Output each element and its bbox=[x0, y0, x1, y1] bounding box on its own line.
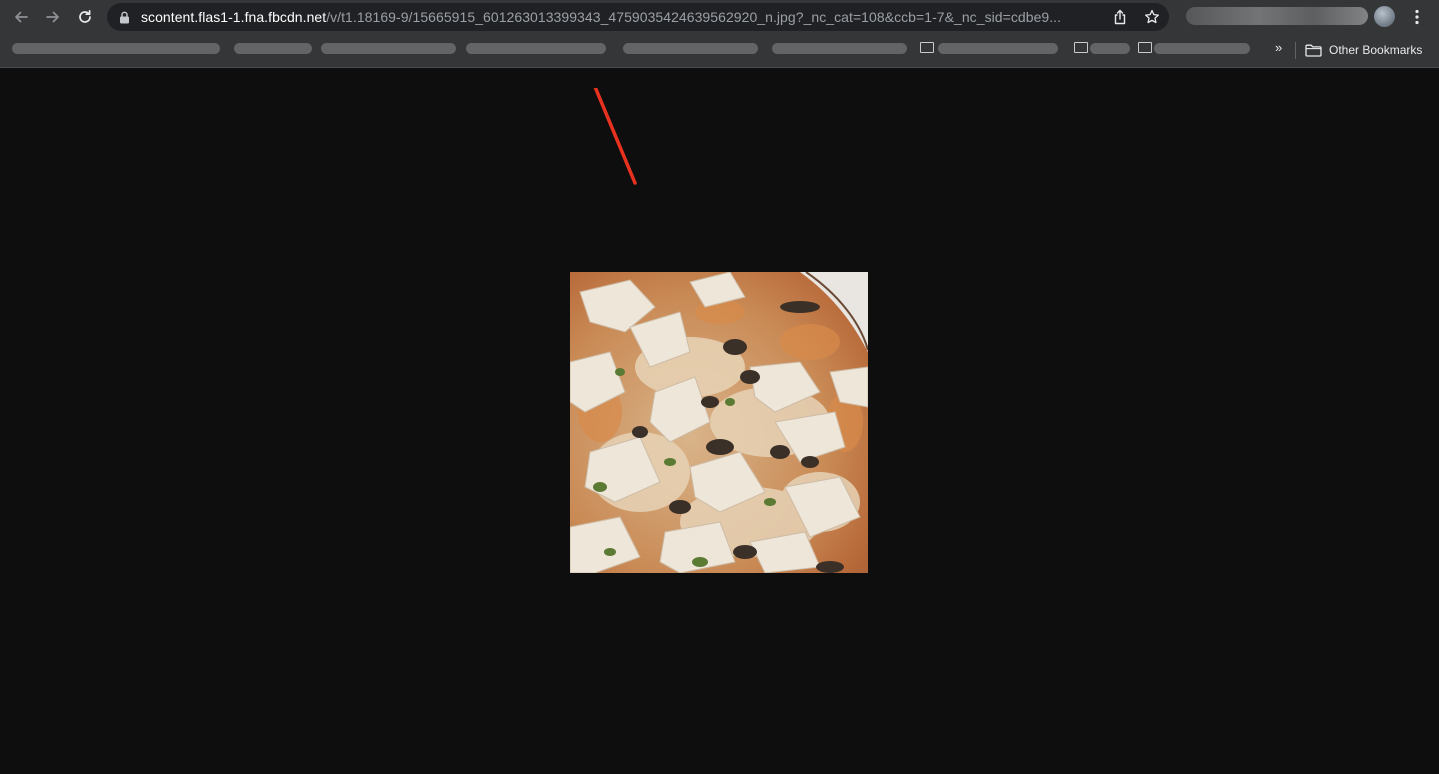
bookmark-star-button[interactable] bbox=[1143, 8, 1161, 26]
folder-icon bbox=[920, 42, 934, 53]
redacted-bookmark[interactable] bbox=[12, 43, 220, 54]
url-host: scontent.flas1-1.fna.fbcdn.net bbox=[141, 9, 327, 25]
browser-window: scontent.flas1-1.fna.fbcdn.net/v/t1.1816… bbox=[0, 0, 1439, 774]
profile-avatar[interactable] bbox=[1374, 6, 1395, 27]
redacted-bookmark[interactable] bbox=[623, 43, 758, 54]
redacted-bookmark[interactable] bbox=[466, 43, 606, 54]
other-bookmarks-label: Other Bookmarks bbox=[1329, 43, 1423, 57]
annotation-arrow-icon bbox=[593, 88, 637, 185]
page-viewport bbox=[0, 68, 1439, 774]
redacted-bookmark[interactable] bbox=[234, 43, 312, 54]
redacted-extensions bbox=[1186, 7, 1368, 25]
reload-icon bbox=[79, 9, 91, 23]
arrow-left-icon bbox=[15, 11, 28, 23]
redacted-bookmark[interactable] bbox=[1090, 43, 1130, 54]
redacted-bookmark[interactable] bbox=[1154, 43, 1250, 54]
arrow-right-icon bbox=[46, 11, 59, 23]
star-icon bbox=[1145, 9, 1159, 24]
reload-button[interactable] bbox=[73, 5, 97, 29]
share-icon bbox=[1114, 9, 1126, 25]
folder-icon bbox=[1074, 42, 1088, 53]
address-bar[interactable]: scontent.flas1-1.fna.fbcdn.net/v/t1.1816… bbox=[107, 3, 1169, 31]
bookmarks-separator bbox=[1295, 42, 1296, 59]
bookmarks-bar: » Other Bookmarks bbox=[0, 34, 1439, 68]
url-text[interactable]: scontent.flas1-1.fna.fbcdn.net/v/t1.1816… bbox=[141, 9, 1061, 25]
url-path: /v/t1.18169-9/15665915_601263013399343_4… bbox=[326, 9, 1062, 25]
redacted-bookmark[interactable] bbox=[772, 43, 907, 54]
bookmarks-overflow-button[interactable]: » bbox=[1275, 40, 1282, 55]
folder-icon bbox=[1138, 42, 1152, 53]
lock-icon[interactable] bbox=[119, 11, 130, 24]
kebab-menu-icon bbox=[1415, 9, 1419, 25]
back-button[interactable] bbox=[9, 5, 33, 29]
redacted-bookmark[interactable] bbox=[321, 43, 456, 54]
browser-menu-button[interactable] bbox=[1407, 6, 1427, 28]
share-button[interactable] bbox=[1111, 8, 1129, 26]
browser-toolbar: scontent.flas1-1.fna.fbcdn.net/v/t1.1816… bbox=[0, 0, 1439, 34]
other-bookmarks-button[interactable]: Other Bookmarks bbox=[1305, 40, 1422, 60]
folder-icon bbox=[1305, 44, 1322, 57]
pizza-image bbox=[570, 272, 868, 573]
redacted-bookmark[interactable] bbox=[938, 43, 1058, 54]
pizza-photo[interactable] bbox=[570, 272, 868, 573]
forward-button[interactable] bbox=[41, 5, 65, 29]
